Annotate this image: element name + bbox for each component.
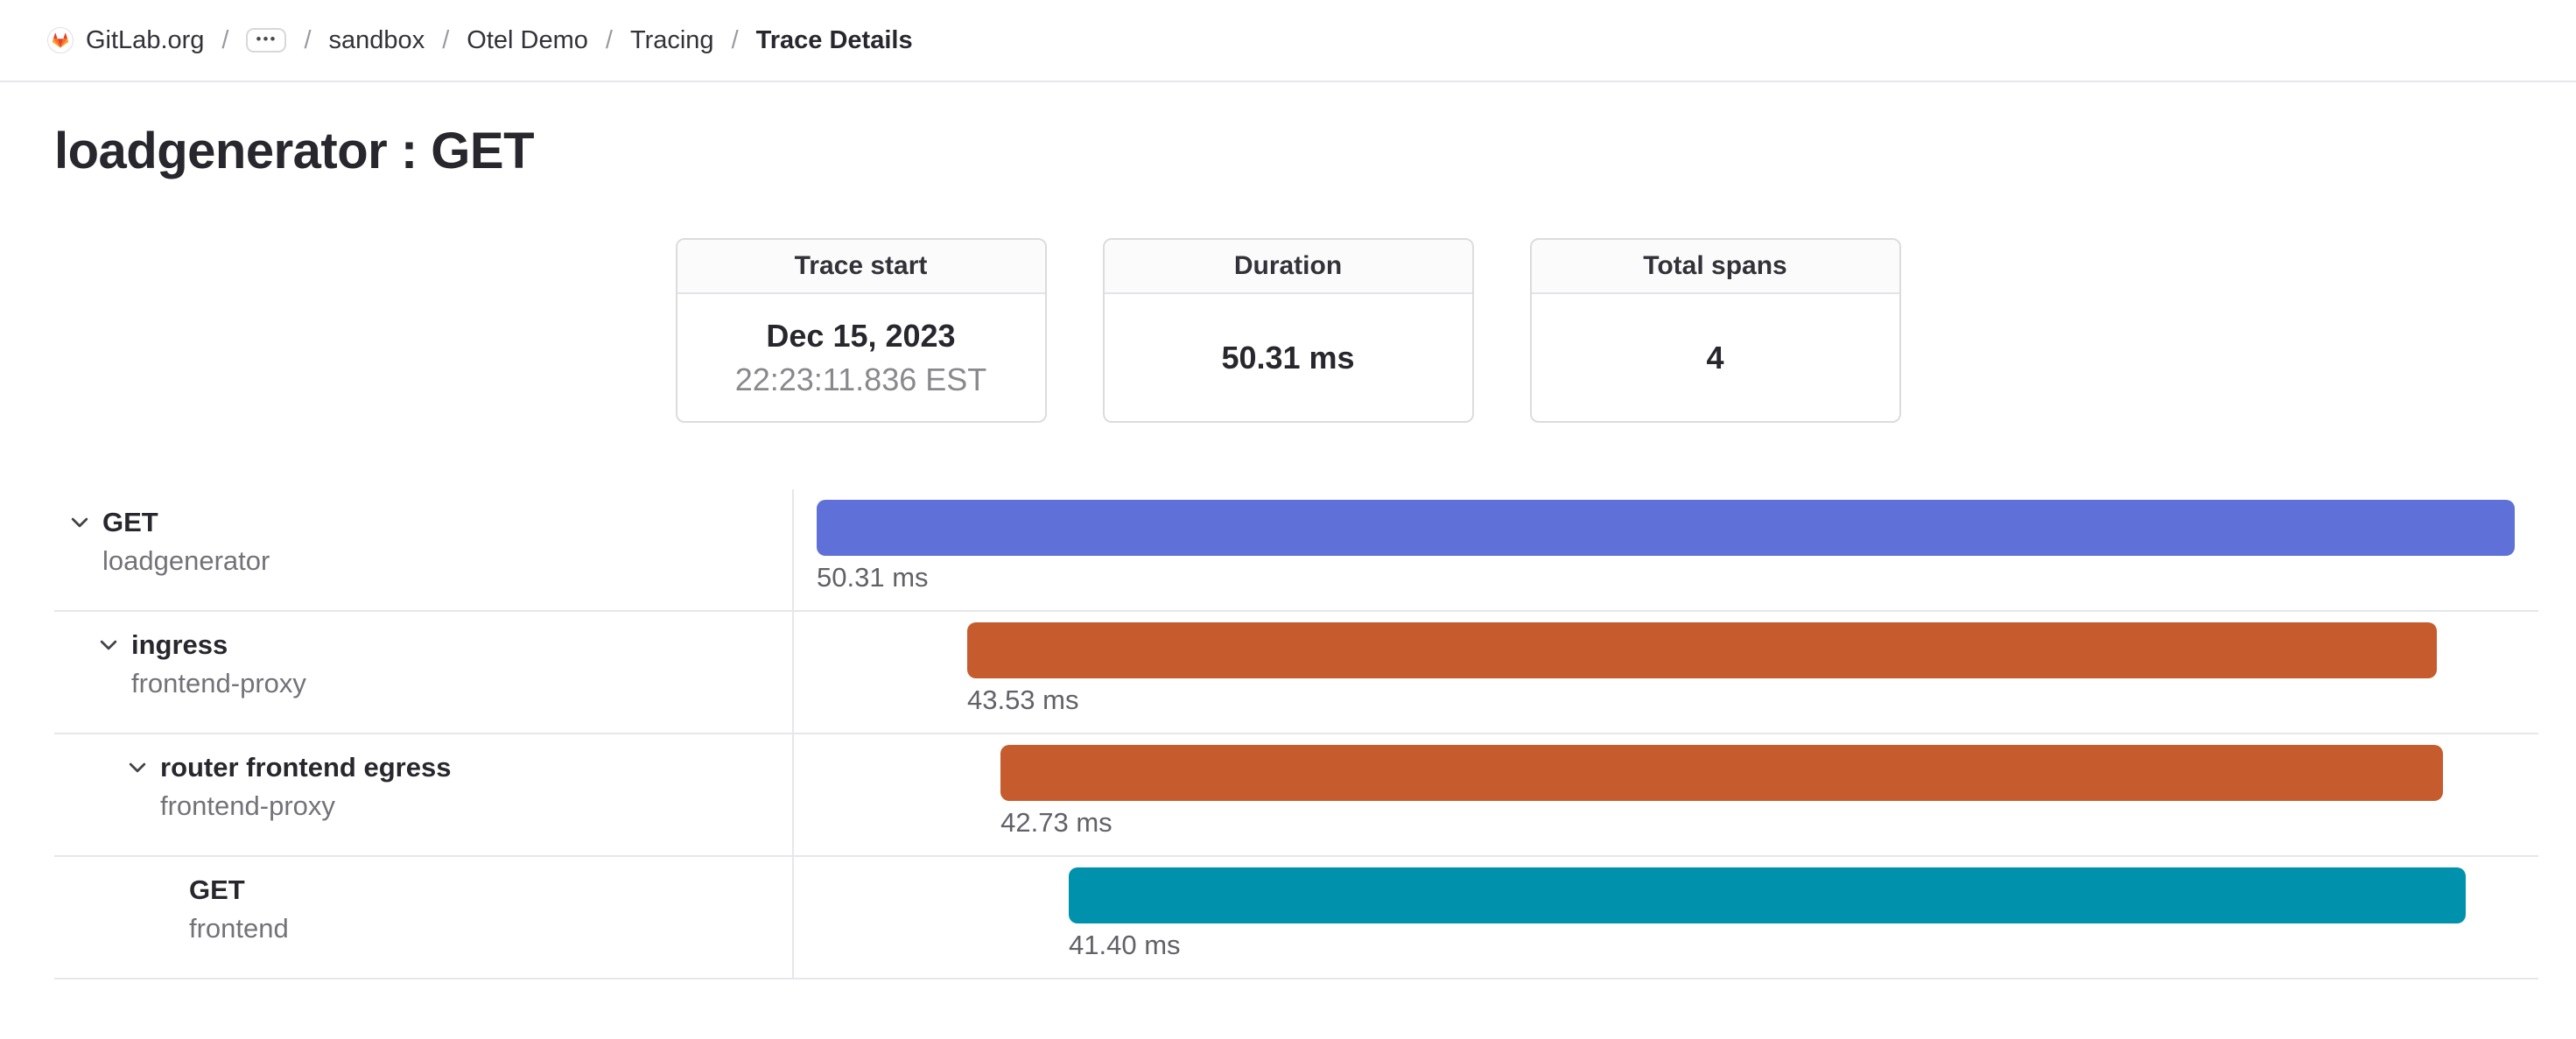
span-duration-label: 41.40 ms: [1069, 930, 2466, 961]
span-row-header: router frontend egressfrontend-proxy: [54, 734, 794, 855]
span-row[interactable]: ingressfrontend-proxy 43.53 ms: [54, 612, 2538, 734]
header-bar: GitLab.org / ••• / sandbox / Otel Demo /…: [0, 0, 2576, 82]
breadcrumb-separator: /: [304, 26, 311, 55]
span-duration-bar[interactable]: [967, 622, 2437, 678]
page-title: loadgenerator : GET: [54, 123, 2522, 180]
span-operation: router frontend egress: [160, 748, 451, 787]
span-row-header: GETloadgenerator: [54, 489, 794, 610]
chevron-down-icon[interactable]: [68, 511, 91, 534]
span-service: frontend-proxy: [131, 664, 792, 703]
card-title: Duration: [1105, 240, 1472, 294]
breadcrumb-item-sandbox[interactable]: sandbox: [329, 26, 425, 55]
breadcrumb-item-gitlab-org[interactable]: GitLab.org: [47, 26, 204, 55]
span-timeline-cell: 43.53 ms: [794, 612, 2538, 733]
trace-start-card: Trace start Dec 15, 2023 22:23:11.836 ES…: [676, 238, 1047, 423]
span-timeline-cell: 50.31 ms: [794, 489, 2538, 610]
span-row[interactable]: GETfrontend 41.40 ms: [54, 857, 2538, 979]
span-service: loadgenerator: [102, 542, 792, 580]
span-row-header: GETfrontend: [54, 857, 794, 978]
breadcrumb: GitLab.org / ••• / sandbox / Otel Demo /…: [47, 26, 913, 55]
breadcrumb-separator: /: [606, 26, 613, 55]
chevron-down-icon[interactable]: [126, 756, 149, 779]
ellipsis-icon: •••: [256, 32, 277, 46]
span-row-header: ingressfrontend-proxy: [54, 612, 794, 733]
span-timeline-cell: 41.40 ms: [794, 857, 2538, 978]
span-row[interactable]: router frontend egressfrontend-proxy 42.7…: [54, 734, 2538, 857]
span-row[interactable]: GETloadgenerator 50.31 ms: [54, 489, 2538, 612]
breadcrumb-separator: /: [442, 26, 449, 55]
breadcrumb-separator: /: [221, 26, 228, 55]
span-duration-bar[interactable]: [1069, 867, 2466, 923]
card-value: Dec 15, 2023: [766, 318, 955, 355]
span-operation: GET: [102, 503, 158, 542]
gitlab-logo-icon: [47, 27, 74, 53]
breadcrumb-item-trace-details: Trace Details: [756, 26, 913, 55]
trace-waterfall: GETloadgenerator50.31 msingressfrontend-…: [54, 489, 2538, 979]
span-duration-bar[interactable]: [817, 500, 2515, 556]
span-service: frontend-proxy: [160, 787, 792, 825]
breadcrumb-item-tracing[interactable]: Tracing: [630, 26, 714, 55]
chevron-down-icon[interactable]: [97, 634, 120, 656]
span-duration-label: 43.53 ms: [967, 684, 2437, 716]
trace-details-page: loadgenerator : GET Trace start Dec 15, …: [0, 123, 2576, 979]
card-subvalue: 22:23:11.836 EST: [735, 362, 987, 398]
span-operation: ingress: [131, 626, 228, 664]
card-body: 4: [1532, 294, 1899, 421]
card-title: Trace start: [677, 240, 1045, 294]
span-service: frontend: [189, 909, 792, 948]
breadcrumb-item-label: GitLab.org: [86, 26, 204, 55]
span-duration-bar[interactable]: [1000, 745, 2443, 801]
card-body: Dec 15, 2023 22:23:11.836 EST: [677, 294, 1045, 421]
span-duration-label: 42.73 ms: [1000, 807, 2443, 839]
breadcrumb-item-otel-demo[interactable]: Otel Demo: [467, 26, 588, 55]
breadcrumb-ellipsis-button[interactable]: •••: [246, 28, 286, 53]
span-duration-label: 50.31 ms: [817, 562, 2515, 593]
card-title: Total spans: [1532, 240, 1899, 294]
trace-summary-cards: Trace start Dec 15, 2023 22:23:11.836 ES…: [0, 238, 2576, 423]
card-value: 4: [1706, 340, 1723, 376]
total-spans-card: Total spans 4: [1530, 238, 1901, 423]
card-value: 50.31 ms: [1221, 340, 1354, 376]
span-operation: GET: [189, 871, 245, 909]
duration-card: Duration 50.31 ms: [1103, 238, 1474, 423]
span-timeline-cell: 42.73 ms: [794, 734, 2538, 855]
card-body: 50.31 ms: [1105, 294, 1472, 421]
breadcrumb-separator: /: [732, 26, 739, 55]
